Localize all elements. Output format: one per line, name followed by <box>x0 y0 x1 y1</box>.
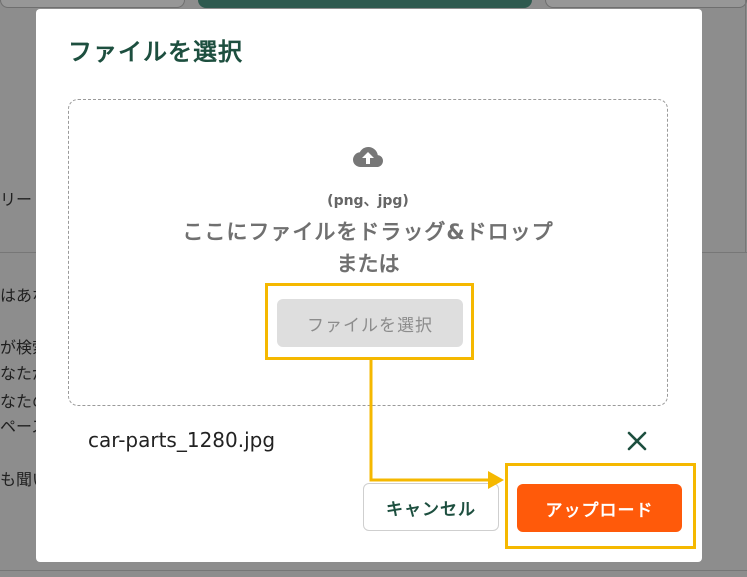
background-text: はあな <box>0 286 36 305</box>
background-tab-active <box>198 0 532 8</box>
upload-button[interactable]: アップロード <box>517 484 682 532</box>
drop-instruction: ここにファイルをドラッグ&ドロップ <box>182 220 554 244</box>
background-divider <box>0 570 747 571</box>
cancel-button[interactable]: キャンセル <box>363 483 499 531</box>
background-text: リー <box>0 190 33 209</box>
dialog-title: ファイルを選択 <box>68 38 243 66</box>
background-divider <box>745 0 746 252</box>
accepted-file-types: (png、jpg) <box>327 193 409 209</box>
or-label: または <box>336 252 400 276</box>
selected-file-name: car-parts_1280.jpg <box>88 428 276 452</box>
close-icon[interactable] <box>625 429 649 453</box>
background-text: ペース <box>0 417 36 436</box>
cloud-upload-icon <box>353 147 383 167</box>
background-text: なたの <box>0 392 36 411</box>
background-tab <box>0 0 185 8</box>
background-text: も聞い <box>0 470 36 489</box>
background-text: が検索 <box>0 338 36 357</box>
background-text: なたが <box>0 364 36 383</box>
file-select-dialog: ファイルを選択 (png、jpg) ここにファイルをドラッグ&ドロップ または … <box>36 9 702 562</box>
file-dropzone[interactable]: (png、jpg) ここにファイルをドラッグ&ドロップ または ファイルを選択 <box>68 99 668 406</box>
select-file-button[interactable]: ファイルを選択 <box>277 299 463 347</box>
background-tab <box>545 0 747 8</box>
